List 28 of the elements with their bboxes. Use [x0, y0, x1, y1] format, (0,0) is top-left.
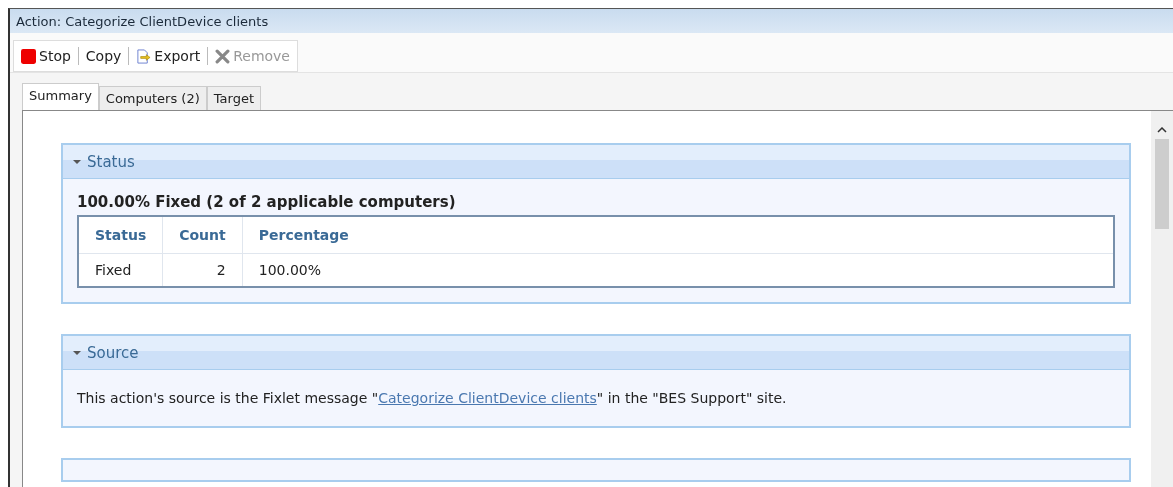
scroll-up-icon[interactable] — [1157, 127, 1167, 133]
x-icon — [215, 48, 231, 64]
table-cell: 2 — [162, 253, 243, 287]
document-arrow-icon — [136, 48, 152, 64]
toolbar-button[interactable]: Export — [133, 46, 204, 66]
scrollbar-thumb[interactable] — [1155, 139, 1169, 229]
section-title: Status — [87, 152, 135, 171]
stop-icon — [21, 48, 36, 64]
vertical-scrollbar[interactable] — [1151, 111, 1173, 487]
column-header: Status — [78, 216, 163, 254]
table-cell: 100.00% — [242, 253, 1114, 287]
section-title: Source — [87, 343, 139, 362]
fixlet-link[interactable]: Categorize ClientDevice clients — [378, 390, 597, 406]
window-title: Action: Categorize ClientDevice clients — [16, 13, 269, 29]
toolbar-button[interactable]: Copy — [82, 46, 125, 66]
section-header[interactable]: Source — [63, 336, 1129, 370]
collapse-triangle-icon[interactable] — [73, 157, 81, 166]
collapse-triangle-icon[interactable] — [73, 348, 81, 357]
section-header[interactable]: Status — [63, 145, 1129, 179]
table-cell: Fixed — [78, 253, 163, 287]
source-description: This action's source is the Fixlet message "Categorize ClientDevice clients" in the "BES Support" site. — [77, 390, 788, 406]
column-header: Count — [162, 216, 243, 254]
toolbar-button[interactable]: Stop — [18, 46, 74, 66]
tab[interactable]: Summary — [22, 83, 99, 110]
tab[interactable]: Computers (2) — [98, 86, 207, 110]
tab[interactable]: Target — [206, 86, 261, 110]
status-summary: 100.00% Fixed (2 of 2 applicable computers) — [77, 193, 457, 211]
column-header: Percentage — [242, 216, 1114, 254]
